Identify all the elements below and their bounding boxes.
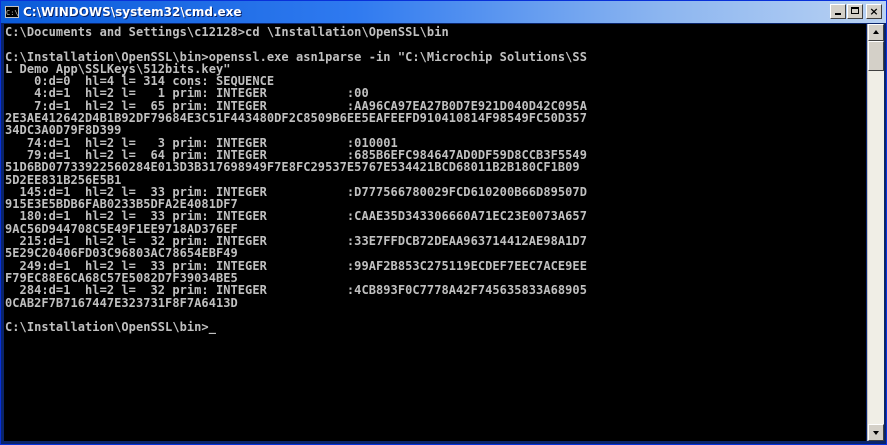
cmd-icon[interactable]: C:\	[5, 6, 19, 18]
window-title: C:\WINDOWS\system32\cmd.exe	[23, 5, 242, 19]
console-line: C:\Installation\OpenSSL\bin>_	[5, 320, 216, 335]
close-button[interactable]: ×	[866, 4, 882, 19]
vertical-scrollbar[interactable]	[867, 24, 884, 441]
console-text: C:\Documents and Settings\c12128>cd \Ins…	[4, 24, 866, 333]
console-output[interactable]: C:\Documents and Settings\c12128>cd \Ins…	[4, 24, 866, 441]
scroll-up-arrow-icon	[873, 30, 879, 34]
scroll-up-button[interactable]	[868, 24, 884, 41]
scroll-thumb[interactable]	[868, 41, 884, 71]
title-bar[interactable]: C:\ C:\WINDOWS\system32\cmd.exe ×	[1, 1, 886, 23]
minimize-icon	[835, 13, 841, 15]
console-line: C:\Documents and Settings\c12128>cd \Ins…	[5, 25, 449, 39]
console-line: 0CAB2F7B7167447E323731F8F7A6413D	[5, 295, 238, 310]
scroll-down-button[interactable]	[868, 424, 884, 441]
window-controls: ×	[830, 4, 882, 19]
minimize-button[interactable]	[830, 4, 846, 19]
console-window: C:\ C:\WINDOWS\system32\cmd.exe × C:\Doc…	[0, 0, 887, 445]
scroll-down-arrow-icon	[873, 431, 879, 435]
maximize-icon	[851, 7, 859, 14]
maximize-button[interactable]	[847, 4, 863, 19]
close-icon: ×	[869, 5, 879, 18]
